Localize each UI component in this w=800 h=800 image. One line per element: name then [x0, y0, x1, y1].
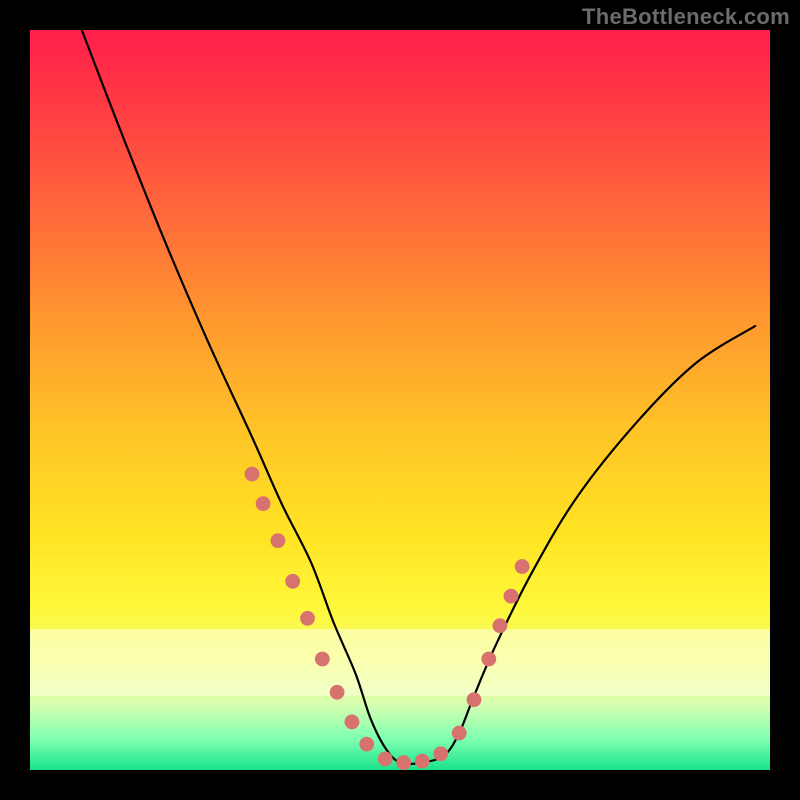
data-marker — [467, 692, 482, 707]
chart-svg — [30, 30, 770, 770]
data-marker — [330, 685, 345, 700]
data-marker — [315, 652, 330, 667]
data-marker — [256, 496, 271, 511]
plot-area — [30, 30, 770, 770]
data-marker — [493, 618, 508, 633]
data-marker — [359, 737, 374, 752]
data-marker — [415, 754, 430, 769]
watermark-label: TheBottleneck.com — [582, 4, 790, 30]
data-marker — [345, 715, 360, 730]
chart-frame: TheBottleneck.com — [0, 0, 800, 800]
data-marker — [452, 726, 467, 741]
data-marker — [515, 559, 530, 574]
data-marker — [245, 467, 260, 482]
data-marker — [481, 652, 496, 667]
data-marker — [433, 746, 448, 761]
data-marker — [504, 589, 519, 604]
data-marker — [271, 533, 286, 548]
data-marker — [285, 574, 300, 589]
bottleneck-curve — [82, 30, 755, 764]
data-marker — [396, 755, 411, 770]
data-marker — [300, 611, 315, 626]
marker-group — [245, 467, 530, 770]
data-marker — [378, 752, 393, 767]
